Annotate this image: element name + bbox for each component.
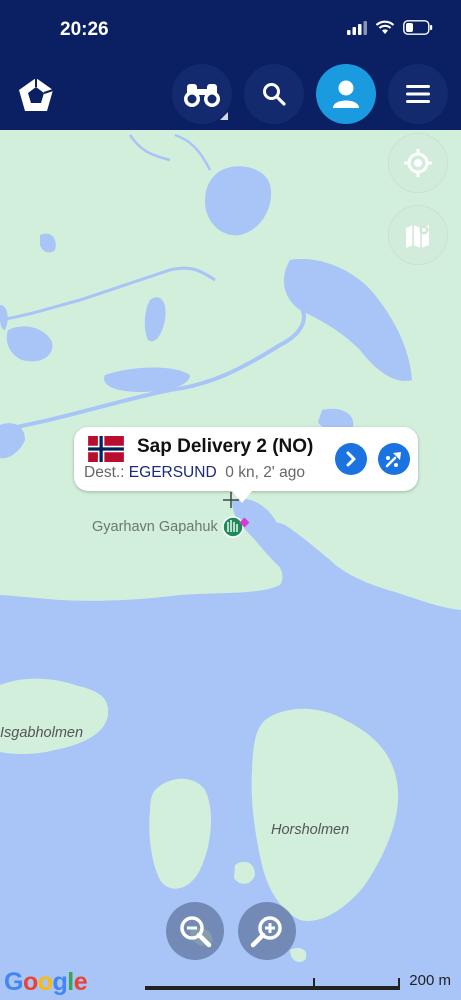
battery-icon: [403, 20, 433, 35]
status-icons: [347, 20, 433, 35]
route-icon: [385, 452, 401, 468]
map-view[interactable]: Gyarhavn Gapahuk Isgabholmen Horsholmen …: [0, 130, 461, 1000]
app-header: [0, 58, 461, 130]
norway-flag-icon: [88, 436, 124, 462]
destination-value: EGERSUND: [128, 464, 217, 481]
zoom-out-button[interactable]: [166, 902, 224, 960]
route-button[interactable]: [378, 443, 410, 475]
island-label-right: Horsholmen: [271, 822, 350, 838]
scale-label: 200 m: [409, 972, 451, 989]
dest-label: Dest.:: [84, 464, 125, 481]
hamburger-menu-icon: [406, 85, 430, 103]
vessel-popup[interactable]: Sap Delivery 2 (NO) Dest.: EGERSUND 0 kn…: [74, 427, 418, 503]
place-marker-icon: [222, 516, 244, 538]
status-time: 20:26: [60, 19, 109, 40]
dropdown-corner-icon: [220, 112, 228, 120]
binoculars-icon: [184, 84, 220, 107]
scale-bar: [145, 978, 400, 990]
island-label-left: Isgabholmen: [0, 725, 84, 741]
locate-button[interactable]: [389, 134, 447, 192]
search-button[interactable]: [244, 64, 304, 124]
profile-button[interactable]: [316, 64, 376, 124]
map-layers-icon: [406, 225, 429, 248]
place-label: Gyarhavn Gapahuk: [92, 519, 218, 535]
destination-row: Dest.: EGERSUND 0 kn, 2' ago: [84, 464, 305, 482]
vessel-name: Sap Delivery 2 (NO): [137, 436, 314, 457]
google-attribution: Google: [4, 968, 88, 996]
pentagon-logo-icon[interactable]: [16, 75, 56, 115]
zoom-in-icon: [250, 916, 282, 948]
map-base: [0, 130, 461, 1000]
chevron-right-icon: [346, 451, 356, 467]
zoom-in-button[interactable]: [238, 902, 296, 960]
binoculars-button[interactable]: [172, 64, 232, 124]
status-bar: 20:26: [0, 0, 461, 58]
map-layers-button[interactable]: [389, 206, 447, 264]
search-icon: [263, 83, 286, 106]
menu-button[interactable]: [388, 64, 448, 124]
user-icon: [333, 80, 359, 108]
wifi-icon: [375, 20, 395, 34]
speed-time: 0 kn, 2' ago: [225, 464, 305, 481]
zoom-out-icon: [180, 916, 212, 948]
locate-icon: [404, 149, 432, 177]
vessel-details-button[interactable]: [335, 443, 367, 475]
signal-icon: [347, 20, 367, 35]
